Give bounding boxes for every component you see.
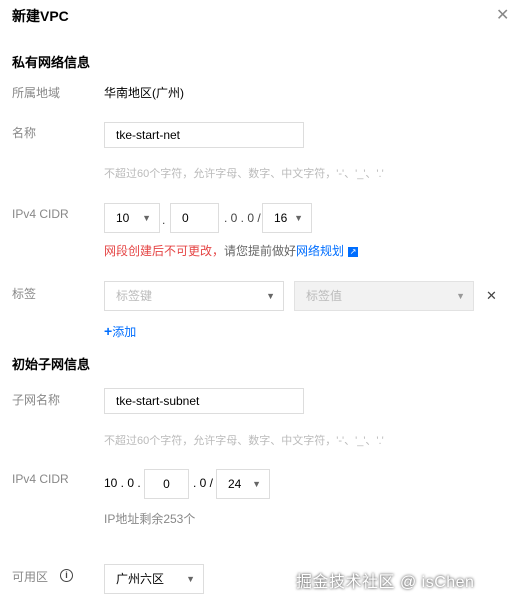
remove-tag-icon[interactable]: ✕: [486, 288, 497, 304]
subnet-ip-remaining: IP地址剩余253个: [104, 512, 196, 526]
subnet-name-input[interactable]: tke-start-subnet: [104, 388, 304, 414]
zone-label: 可用区: [12, 568, 48, 585]
zone-select[interactable]: 广州六区 ▼: [104, 564, 204, 594]
info-icon[interactable]: i: [60, 567, 73, 582]
vpc-cidr-octet1-value: 10: [116, 211, 130, 225]
chevron-down-icon: ▼: [294, 213, 303, 223]
cidr-warning-text: 网段创建后不可更改，: [104, 244, 225, 258]
vpc-section-heading: 私有网络信息: [12, 55, 91, 70]
subnet-cidr-mask-value: 24: [228, 477, 242, 491]
chevron-down-icon: ▼: [266, 291, 275, 301]
subnet-cidr-prefix: 10 . 0 .: [104, 476, 141, 490]
add-tag-button[interactable]: +添加: [104, 323, 136, 340]
chevron-down-icon: ▼: [186, 574, 195, 584]
vpc-cidr-mask-value: 16: [274, 211, 288, 225]
chevron-down-icon: ▼: [142, 213, 151, 223]
subnet-section-heading: 初始子网信息: [12, 357, 91, 372]
tag-value-placeholder: 标签值: [306, 289, 343, 303]
vpc-name-hint: 不超过60个字符，允许字母、数字、中文字符，'-'、'_'、'.': [104, 168, 384, 180]
vpc-name-label: 名称: [12, 126, 37, 140]
tag-key-placeholder: 标签键: [116, 289, 153, 303]
tag-value-select: 标签值 ▼: [294, 281, 474, 311]
zone-value: 广州六区: [116, 572, 165, 586]
cidr-warning-line: 网段创建后不可更改，请您提前做好网络规划 ↗: [104, 242, 359, 259]
vpc-cidr-label: IPv4 CIDR: [12, 207, 69, 221]
region-value: 华南地区(广州): [104, 86, 184, 100]
region-label: 所属地域: [12, 86, 61, 100]
cidr-advice-text: 请您提前做好: [224, 244, 297, 258]
vpc-cidr-fixed-octets: . 0 . 0 /: [224, 211, 261, 225]
vpc-cidr-mask-select[interactable]: 16 ▼: [262, 203, 312, 233]
zone-label-text: 可用区: [12, 570, 49, 584]
cidr-separator: .: [162, 213, 166, 227]
dialog-title: 新建VPC: [12, 8, 69, 24]
vpc-cidr-octet2-input[interactable]: 0: [170, 203, 219, 233]
external-link-icon[interactable]: ↗: [348, 246, 359, 257]
tags-label: 标签: [12, 287, 37, 301]
chevron-down-icon: ▼: [456, 291, 465, 301]
subnet-name-hint: 不超过60个字符，允许字母、数字、中文字符，'-'、'_'、'.': [104, 435, 384, 447]
vpc-name-input[interactable]: tke-start-net: [104, 122, 304, 148]
subnet-cidr-mask-select[interactable]: 24 ▼: [216, 469, 270, 499]
plus-icon: +: [104, 323, 113, 339]
network-planning-link[interactable]: 网络规划: [296, 244, 344, 258]
vpc-cidr-octet1-select[interactable]: 10 ▼: [104, 203, 160, 233]
watermark: 掘金技术社区 @ isChen: [296, 574, 475, 591]
tag-key-select[interactable]: 标签键 ▼: [104, 281, 284, 311]
chevron-down-icon: ▼: [252, 479, 261, 489]
subnet-cidr-octet3-input[interactable]: 0: [144, 469, 189, 499]
add-tag-label: 添加: [112, 325, 137, 339]
subnet-cidr-suffix: . 0 /: [193, 476, 214, 490]
subnet-name-label: 子网名称: [12, 393, 61, 407]
close-icon[interactable]: ✕: [496, 8, 508, 24]
subnet-cidr-label: IPv4 CIDR: [12, 472, 69, 486]
